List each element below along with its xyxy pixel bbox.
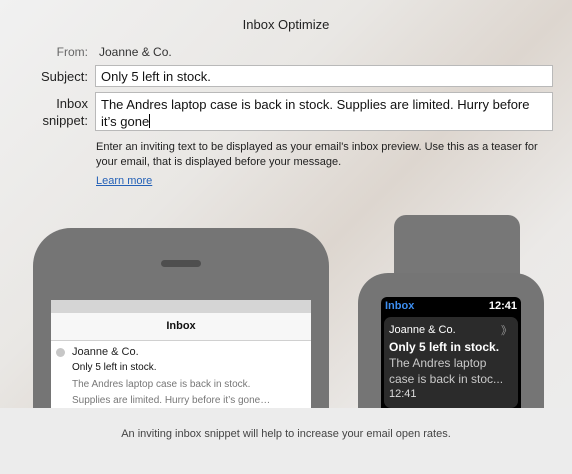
snippet-textarea-value: The Andres laptop case is back in stock.… [101, 97, 530, 129]
chevron-right-icon: 》 [501, 325, 512, 337]
help-text: Enter an inviting text to be displayed a… [96, 141, 538, 168]
watch-message-card: Joanne & Co. 》 Only 5 left in stock. The… [384, 317, 518, 408]
from-value: Joanne & Co. [99, 45, 172, 59]
phone-speaker [161, 260, 201, 267]
subject-label: Subject: [41, 69, 88, 84]
watch-clock: 12:41 [488, 300, 517, 312]
phone-message-subject: Only 5 left in stock. [72, 362, 157, 373]
watch-message-subject: Only 5 left in stock. [389, 340, 500, 354]
snippet-label-line1: Inbox [56, 96, 88, 111]
phone-inbox-header: Inbox [51, 313, 311, 341]
learn-more-link[interactable]: Learn more [96, 175, 152, 187]
phone-screen: Inbox Joanne & Co. Only 5 left in stock.… [51, 300, 311, 408]
phone-preview: Inbox Joanne & Co. Only 5 left in stock.… [33, 228, 329, 408]
phone-snippet-line1: The Andres laptop case is back in stock. [72, 379, 251, 390]
snippet-textarea[interactable]: The Andres laptop case is back in stock.… [95, 92, 553, 131]
phone-message-item: Joanne & Co. Only 5 left in stock. The A… [51, 341, 311, 408]
watch-snippet-line2: case is back in stoc... [389, 372, 504, 386]
phone-status-bar [51, 300, 311, 313]
text-caret [149, 114, 151, 128]
watch-message-time: 12:41 [389, 388, 417, 400]
watch-snippet-line1: The Andres laptop [389, 356, 487, 370]
phone-message-sender: Joanne & Co. [72, 346, 139, 358]
watch-app-label: Inbox [385, 300, 415, 312]
watch-band [394, 215, 520, 279]
watch-message-sender: Joanne & Co. [389, 324, 456, 336]
footer-area [0, 408, 572, 474]
from-label: From: [56, 45, 88, 59]
window-title: Inbox Optimize [242, 17, 330, 32]
subject-field[interactable]: Only 5 left in stock. [95, 65, 553, 87]
unread-dot-icon [56, 348, 65, 357]
snippet-label-line2: snippet: [42, 113, 88, 128]
watch-message-snippet: The Andres laptop case is back in stoc..… [389, 355, 517, 387]
watch-preview: Inbox 12:41 Joanne & Co. 》 Only 5 left i… [358, 273, 544, 408]
phone-snippet-line2: Supplies are limited. Hurry before it’s … [72, 395, 271, 406]
phone-message-snippet: The Andres laptop case is back in stock.… [72, 377, 311, 408]
watch-screen: Inbox 12:41 Joanne & Co. 》 Only 5 left i… [381, 297, 521, 408]
subject-field-value: Only 5 left in stock. [101, 69, 211, 84]
snippet-label: Inbox snippet: [20, 95, 88, 129]
footer-text: An inviting inbox snippet will help to i… [121, 428, 451, 440]
